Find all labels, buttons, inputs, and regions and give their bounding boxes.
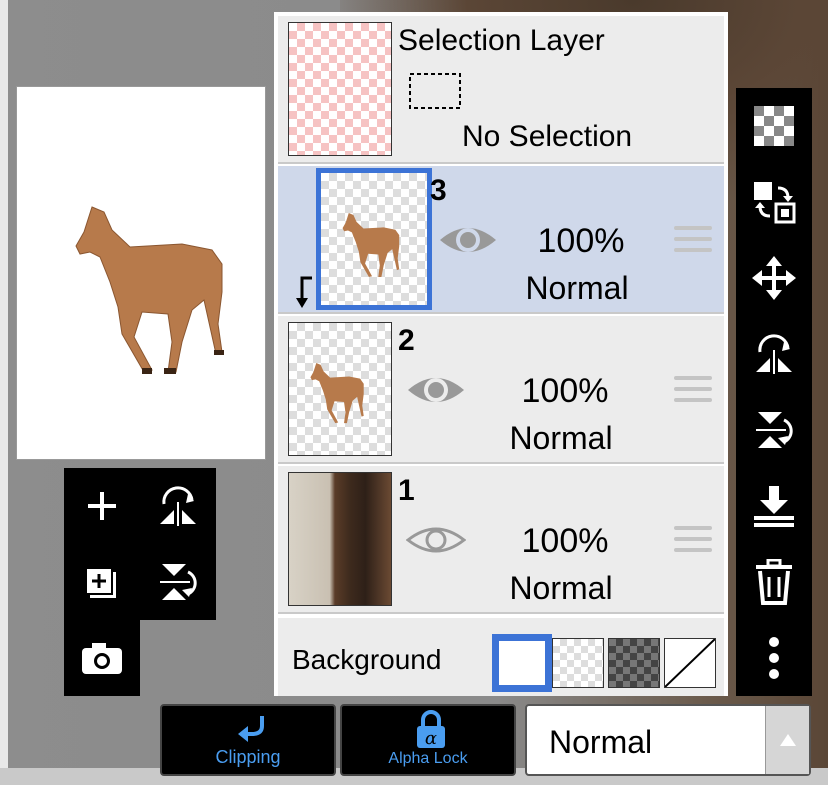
left-edge	[0, 0, 8, 785]
blend-mode-value: Normal	[549, 724, 653, 760]
flip-vertical-icon	[756, 412, 793, 448]
layer-1-opacity: 100%	[521, 522, 609, 560]
layer-1-visibility-icon[interactable]	[406, 520, 466, 560]
move-icon	[752, 256, 796, 300]
layer-3-thumbnail	[316, 168, 432, 310]
layer-2-drag-handle[interactable]	[674, 376, 712, 409]
layer-row-2[interactable]: 2 100% Normal	[278, 316, 724, 464]
alpha-lock-label: Alpha Lock	[388, 750, 468, 767]
selection-marquee-icon	[409, 73, 461, 109]
layer-1-thumbnail	[288, 472, 392, 606]
layer-3-blend-mode: Normal	[525, 270, 629, 306]
flip-vertical-canvas-button[interactable]	[140, 544, 216, 620]
flip-vertical-icon	[160, 564, 197, 600]
selection-status: No Selection	[462, 120, 633, 153]
left-tool-palette	[64, 468, 216, 620]
layer-2-number: 2	[398, 324, 415, 357]
move-button[interactable]	[736, 240, 812, 316]
layer-2-blend-mode: Normal	[509, 420, 613, 456]
layer-2-thumbnail	[288, 322, 392, 456]
background-white-swatch[interactable]	[492, 634, 552, 692]
clipping-icon	[238, 716, 264, 742]
add-layer-button[interactable]	[64, 468, 140, 544]
layer-1-blend-mode: Normal	[509, 570, 613, 606]
svg-text:α: α	[425, 728, 437, 749]
background-none-swatch[interactable]	[664, 638, 716, 688]
flip-horizontal-icon	[756, 334, 792, 374]
more-options-button[interactable]	[736, 620, 812, 696]
more-icon	[769, 637, 779, 679]
layer-row-3[interactable]: 3 100% Normal	[278, 166, 724, 314]
layer-2-opacity: 100%	[521, 372, 609, 410]
clipping-arrow-icon	[296, 276, 312, 308]
clipping-label: Clipping	[215, 747, 281, 767]
trash-icon	[756, 559, 792, 605]
transparency-button[interactable]	[736, 88, 812, 164]
canvas-preview[interactable]	[16, 86, 266, 460]
layers-panel: Selection Layer No Selection 3 100% Norm…	[274, 12, 728, 696]
horse-image	[75, 206, 224, 374]
swap-layers-icon	[754, 182, 796, 224]
flip-horizontal-button[interactable]	[736, 316, 812, 392]
flip-horizontal-canvas-button[interactable]	[140, 468, 216, 544]
triangle-up-icon	[779, 734, 796, 746]
add-layer-icon	[88, 492, 116, 520]
alpha-lock-button[interactable]: α Alpha Lock	[340, 704, 516, 776]
camera-icon	[82, 643, 122, 674]
background-label: Background	[292, 644, 442, 675]
clipping-button[interactable]: Clipping	[160, 704, 336, 776]
swap-layers-button[interactable]	[736, 164, 812, 240]
layer-1-number: 1	[398, 474, 415, 507]
right-toolbar	[736, 88, 812, 696]
layer-3-number: 3	[430, 174, 447, 207]
layer-2-visibility-icon[interactable]	[406, 370, 466, 410]
flip-horizontal-icon	[160, 486, 196, 526]
layer-3-visibility-icon[interactable]	[438, 220, 498, 260]
layer-3-drag-handle[interactable]	[674, 226, 712, 259]
merge-down-icon	[754, 486, 794, 527]
alpha-lock-icon: α	[417, 710, 445, 749]
transparency-icon	[754, 106, 794, 146]
delete-layer-button[interactable]	[736, 544, 812, 620]
blend-mode-dropdown-button[interactable]	[765, 706, 809, 774]
selection-layer-title: Selection Layer	[398, 24, 605, 57]
background-light-checker-swatch[interactable]	[552, 638, 604, 688]
selection-layer-thumbnail	[288, 22, 392, 156]
add-layer-copy-icon	[85, 567, 116, 598]
flip-vertical-button[interactable]	[736, 392, 812, 468]
merge-down-button[interactable]	[736, 468, 812, 544]
left-tool-palette-ext	[64, 620, 140, 696]
selection-layer-row[interactable]: Selection Layer No Selection	[278, 16, 724, 164]
background-dark-checker-swatch[interactable]	[608, 638, 660, 688]
blend-mode-select[interactable]: Normal	[525, 704, 811, 776]
layer-3-opacity: 100%	[537, 222, 625, 260]
layer-1-drag-handle[interactable]	[674, 526, 712, 559]
background-row: Background	[278, 618, 724, 696]
camera-button[interactable]	[64, 620, 140, 696]
layer-row-1[interactable]: 1 100% Normal	[278, 466, 724, 614]
add-layer-copy-button[interactable]	[64, 544, 140, 620]
